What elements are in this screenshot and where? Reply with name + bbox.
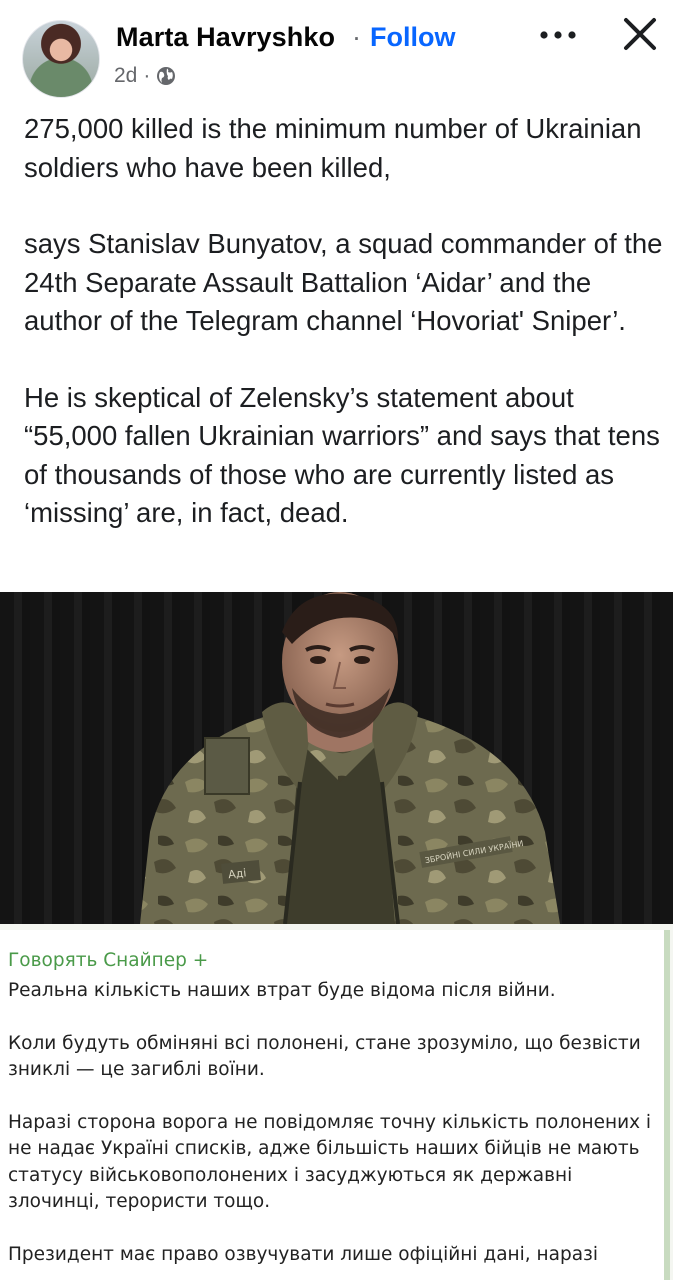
post-time[interactable]: 2d [114, 64, 137, 88]
telegram-paragraph: Коли будуть обміняні всі полонені, стане… [8, 1032, 641, 1081]
telegram-screenshot[interactable]: Говорять Снайпер + Реальна кількість наш… [0, 924, 673, 1280]
follow-button[interactable]: Follow [370, 22, 455, 53]
name-patch-text: Аді [228, 866, 247, 881]
telegram-message: Говорять Снайпер + Реальна кількість наш… [0, 930, 670, 1280]
post-photo[interactable]: Аді ЗБРОЙНІ СИЛИ УКРАЇНИ [0, 592, 673, 924]
globe-icon [156, 66, 176, 86]
name-separator: · [352, 22, 361, 52]
post-paragraph: He is skeptical of Zelensky’s statement … [24, 381, 660, 529]
telegram-paragraph: Президент має право озвучувати лише офіц… [8, 1243, 599, 1265]
time-separator: · [143, 64, 151, 87]
telegram-channel-name: Говорять Снайпер + [8, 950, 209, 971]
post-body: 275,000 killed is the minimum number of … [24, 110, 664, 571]
telegram-paragraph: Наразі сторона ворога не повідомляє точн… [8, 1111, 652, 1213]
post-meta: 2d · [114, 64, 176, 88]
author-name[interactable]: Marta Havryshko [116, 22, 335, 53]
soldier-portrait: Аді ЗБРОЙНІ СИЛИ УКРАЇНИ [140, 592, 560, 924]
telegram-message-text: Реальна кількість наших втрат буде відом… [8, 978, 658, 1280]
more-options-icon[interactable] [536, 20, 580, 50]
author-avatar[interactable] [22, 20, 100, 98]
close-icon[interactable] [620, 14, 660, 54]
post-paragraph: says Stanislav Bunyatov, a squad command… [24, 228, 663, 336]
telegram-paragraph: Реальна кількість наших втрат буде відом… [8, 980, 556, 1001]
post-header: Marta Havryshko · Follow 2d · [0, 0, 673, 100]
post-paragraph: 275,000 killed is the minimum number of … [24, 113, 642, 183]
